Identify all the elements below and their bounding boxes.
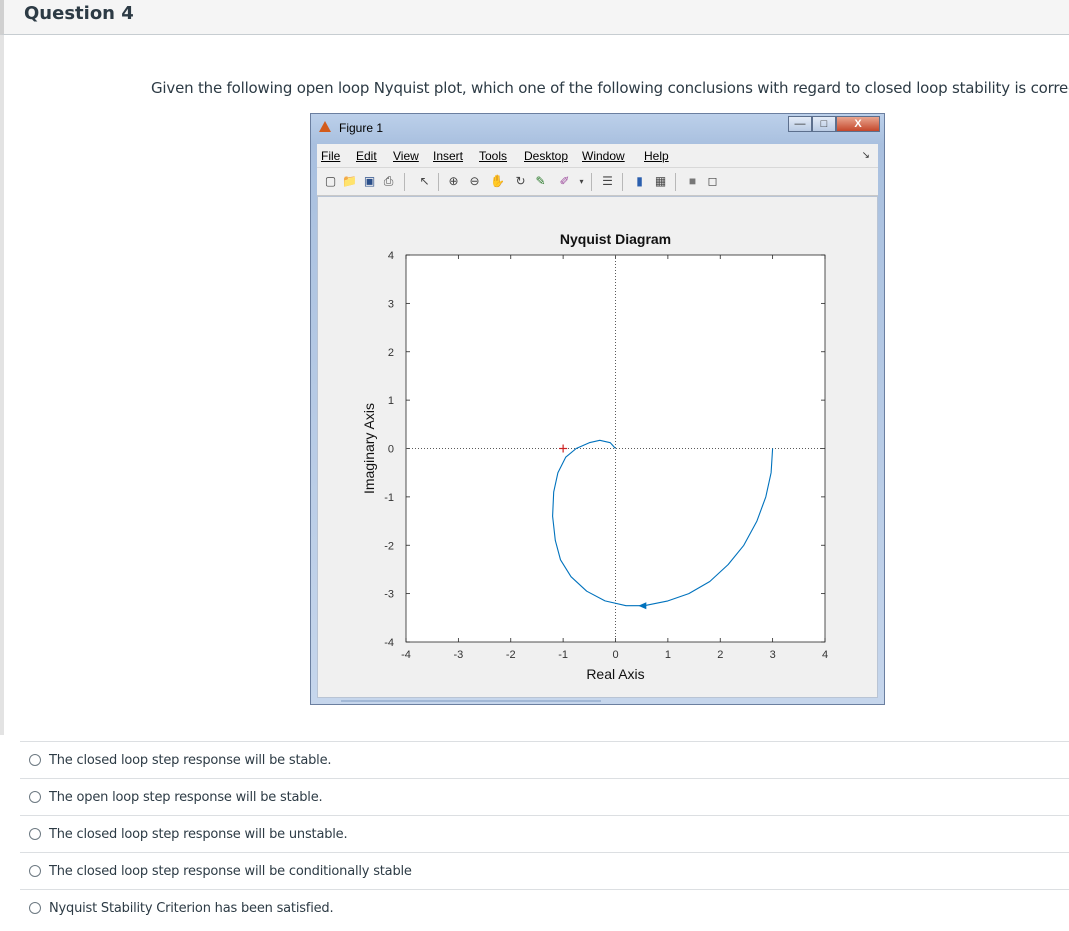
y-tick-label: -2 (384, 540, 394, 552)
toolbar-separator (591, 173, 592, 191)
answer-option[interactable]: The closed loop step response will be un… (20, 815, 1069, 852)
pointer-icon[interactable]: ↖ (417, 174, 432, 189)
answer-option[interactable]: The open loop step response will be stab… (20, 778, 1069, 815)
figure-canvas: Nyquist Diagram -4 -3 -2 -1 0 1 2 3 4 -4 -3 -2 -1 0 1 2 3… (317, 196, 878, 698)
menu-dock-arrow-icon[interactable]: ↘ (862, 150, 870, 161)
y-tick-label: 1 (388, 395, 394, 407)
radio-button[interactable] (29, 902, 41, 914)
y-tick-label: -1 (384, 492, 394, 504)
option-label[interactable]: The closed loop step response will be un… (49, 827, 348, 842)
toolbar-separator (675, 173, 676, 191)
answer-options: The closed loop step response will be st… (20, 741, 1069, 926)
radio-button[interactable] (29, 865, 41, 877)
x-tick-label: -1 (558, 649, 568, 661)
zoom-in-icon[interactable]: ⊕ (446, 174, 461, 189)
toolbar: ▢ 📁 ▣ ⎙ ↖ ⊕ ⊖ ✋ ↻ ✎ ✐ ▾ ☰ ▮ ▦ ■ ◻ (317, 168, 878, 196)
x-tick-label: -3 (453, 649, 463, 661)
menu-window[interactable]: Window (582, 149, 625, 163)
data-cursor-icon[interactable]: ✎ (533, 174, 548, 189)
print-icon[interactable]: ⎙ (381, 174, 396, 189)
left-rule (0, 35, 4, 735)
answer-option[interactable]: The closed loop step response will be st… (20, 741, 1069, 778)
brush-dropdown-icon[interactable]: ▾ (574, 174, 589, 189)
x-tick-label: 4 (822, 649, 828, 661)
option-label[interactable]: The closed loop step response will be st… (49, 753, 332, 768)
option-label[interactable]: Nyquist Stability Criterion has been sat… (49, 901, 334, 916)
y-tick-label: 3 (388, 298, 394, 310)
minimize-button[interactable]: — (788, 116, 812, 132)
x-tick-label: 2 (717, 649, 723, 661)
y-tick-label: 4 (388, 250, 394, 262)
figure-bottom-strip (341, 700, 601, 702)
x-tick-label: 3 (770, 649, 776, 661)
brush-icon[interactable]: ✐ (557, 174, 572, 189)
menu-bar: File Edit View Insert Tools Desktop Wind… (317, 144, 878, 168)
y-tick-label: 0 (388, 444, 394, 456)
save-icon[interactable]: ▣ (362, 174, 377, 189)
radio-button[interactable] (29, 791, 41, 803)
menu-help[interactable]: Help (644, 149, 669, 163)
menu-tools[interactable]: Tools (479, 149, 507, 163)
x-axis-label: Real Axis (586, 666, 644, 682)
y-axis-label: Imaginary Axis (361, 403, 377, 494)
toolbar-separator (438, 173, 439, 191)
link-plot-icon[interactable]: ☰ (600, 174, 615, 189)
legend-icon[interactable]: ▦ (653, 174, 668, 189)
x-tick-label: 0 (612, 649, 618, 661)
option-label[interactable]: The open loop step response will be stab… (49, 790, 323, 805)
matlab-icon (319, 121, 331, 132)
x-tick-label: 1 (665, 649, 671, 661)
hide-tools-icon[interactable]: ■ (685, 174, 700, 189)
figure-window: Figure 1 — □ X File Edit View Insert Too… (310, 113, 885, 705)
y-tick-label: 2 (388, 347, 394, 359)
menu-insert[interactable]: Insert (433, 149, 463, 163)
nyquist-plot: Nyquist Diagram -4 -3 -2 -1 0 1 2 3 4 -4 -3 -2 -1 0 1 2 3… (361, 231, 828, 682)
question-header: Question 4 (0, 0, 1069, 35)
zoom-out-icon[interactable]: ⊖ (467, 174, 482, 189)
show-tools-icon[interactable]: ◻ (705, 174, 720, 189)
toolbar-separator (622, 173, 623, 191)
question-text: Given the following open loop Nyquist pl… (151, 79, 1069, 97)
figure-title: Figure 1 (339, 121, 384, 135)
answer-option[interactable]: The closed loop step response will be co… (20, 852, 1069, 889)
window-buttons: — □ X (788, 116, 880, 134)
y-tick-label: -4 (384, 637, 394, 649)
figure-titlebar: Figure 1 — □ X (311, 114, 884, 140)
toolbar-separator (404, 173, 405, 191)
y-tick-label: -3 (384, 589, 394, 601)
radio-button[interactable] (29, 754, 41, 766)
maximize-button[interactable]: □ (812, 116, 836, 132)
x-tick-label: -4 (401, 649, 411, 661)
pan-icon[interactable]: ✋ (490, 174, 505, 189)
menu-view[interactable]: View (393, 149, 419, 163)
colorbar-icon[interactable]: ▮ (632, 174, 647, 189)
radio-button[interactable] (29, 828, 41, 840)
chart-title: Nyquist Diagram (560, 231, 671, 247)
new-figure-icon[interactable]: ▢ (323, 174, 338, 189)
close-button[interactable]: X (836, 116, 880, 132)
menu-file[interactable]: File (321, 149, 340, 163)
option-label[interactable]: The closed loop step response will be co… (49, 864, 412, 879)
menu-edit[interactable]: Edit (356, 149, 377, 163)
answer-option[interactable]: Nyquist Stability Criterion has been sat… (20, 889, 1069, 926)
x-tick-label: -2 (506, 649, 516, 661)
open-file-icon[interactable]: 📁 (342, 174, 357, 189)
question-title: Question 4 (24, 3, 134, 24)
rotate-icon[interactable]: ↻ (513, 174, 528, 189)
menu-desktop[interactable]: Desktop (524, 149, 568, 163)
